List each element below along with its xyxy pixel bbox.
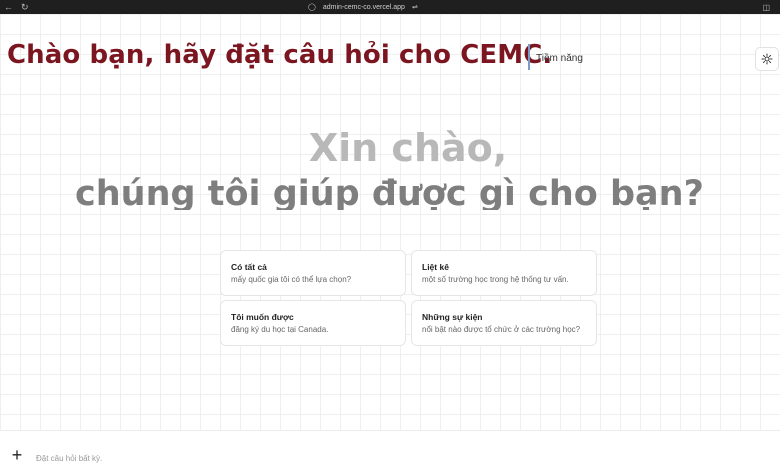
- suggestion-title: Có tất cả: [231, 262, 267, 272]
- page-title: Chào bạn, hãy đặt câu hỏi cho CEMC.: [7, 40, 553, 70]
- browser-nav: ← ↻: [4, 0, 29, 14]
- suggestion-card[interactable]: Có tất cả mấy quốc gia tôi có thể lựa ch…: [220, 250, 406, 296]
- reload-icon[interactable]: ↻: [21, 2, 29, 13]
- header-divider: [528, 44, 530, 70]
- suggestion-title: Tôi muốn được: [231, 312, 294, 322]
- suggestion-subtitle: mấy quốc gia tôi có thể lựa chọn?: [231, 275, 352, 284]
- browser-actions: ◫: [762, 0, 770, 14]
- suggestion-card[interactable]: Liệt kê một số trường học trong hệ thống…: [411, 250, 597, 296]
- suggestion-card[interactable]: Tôi muốn được đăng ký du học tại Canada.: [220, 300, 406, 346]
- tune-icon[interactable]: ⇌: [412, 3, 418, 11]
- plus-icon: +: [11, 445, 23, 465]
- browser-bar: ← ↻ ◯ admin-cemc-co.vercel.app ⇌ ◫: [0, 0, 780, 14]
- grid-background: [0, 14, 780, 430]
- composer-bar: +: [0, 430, 780, 471]
- theme-toggle-button[interactable]: [755, 47, 779, 71]
- suggestion-title: Những sự kiện: [422, 312, 483, 322]
- chat-input[interactable]: [36, 451, 636, 465]
- sun-icon: [761, 53, 773, 65]
- back-arrow-icon[interactable]: ←: [4, 2, 13, 12]
- suggestion-subtitle: đăng ký du học tại Canada.: [231, 325, 329, 334]
- suggestion-card[interactable]: Những sự kiện nổi bật nào được tổ chức ở…: [411, 300, 597, 346]
- sidebar-toggle-icon[interactable]: ◫: [762, 3, 770, 12]
- add-attachment-button[interactable]: +: [10, 446, 24, 464]
- greeting-line-2: chúng tôi giúp được gì cho bạn?: [75, 174, 704, 210]
- address-bar[interactable]: ◯ admin-cemc-co.vercel.app ⇌: [308, 0, 418, 14]
- suggestion-subtitle: nổi bật nào được tổ chức ở các trường họ…: [422, 325, 581, 334]
- site-info-icon[interactable]: ◯: [308, 3, 316, 11]
- greeting-line-1: Xin chào,: [308, 126, 508, 170]
- suggestion-subtitle: một số trường học trong hệ thống tư vấn.: [422, 275, 569, 284]
- suggestion-title: Liệt kê: [422, 262, 449, 272]
- url-text: admin-cemc-co.vercel.app: [322, 3, 405, 11]
- tab-tiem-nang[interactable]: Tiềm năng: [536, 53, 583, 64]
